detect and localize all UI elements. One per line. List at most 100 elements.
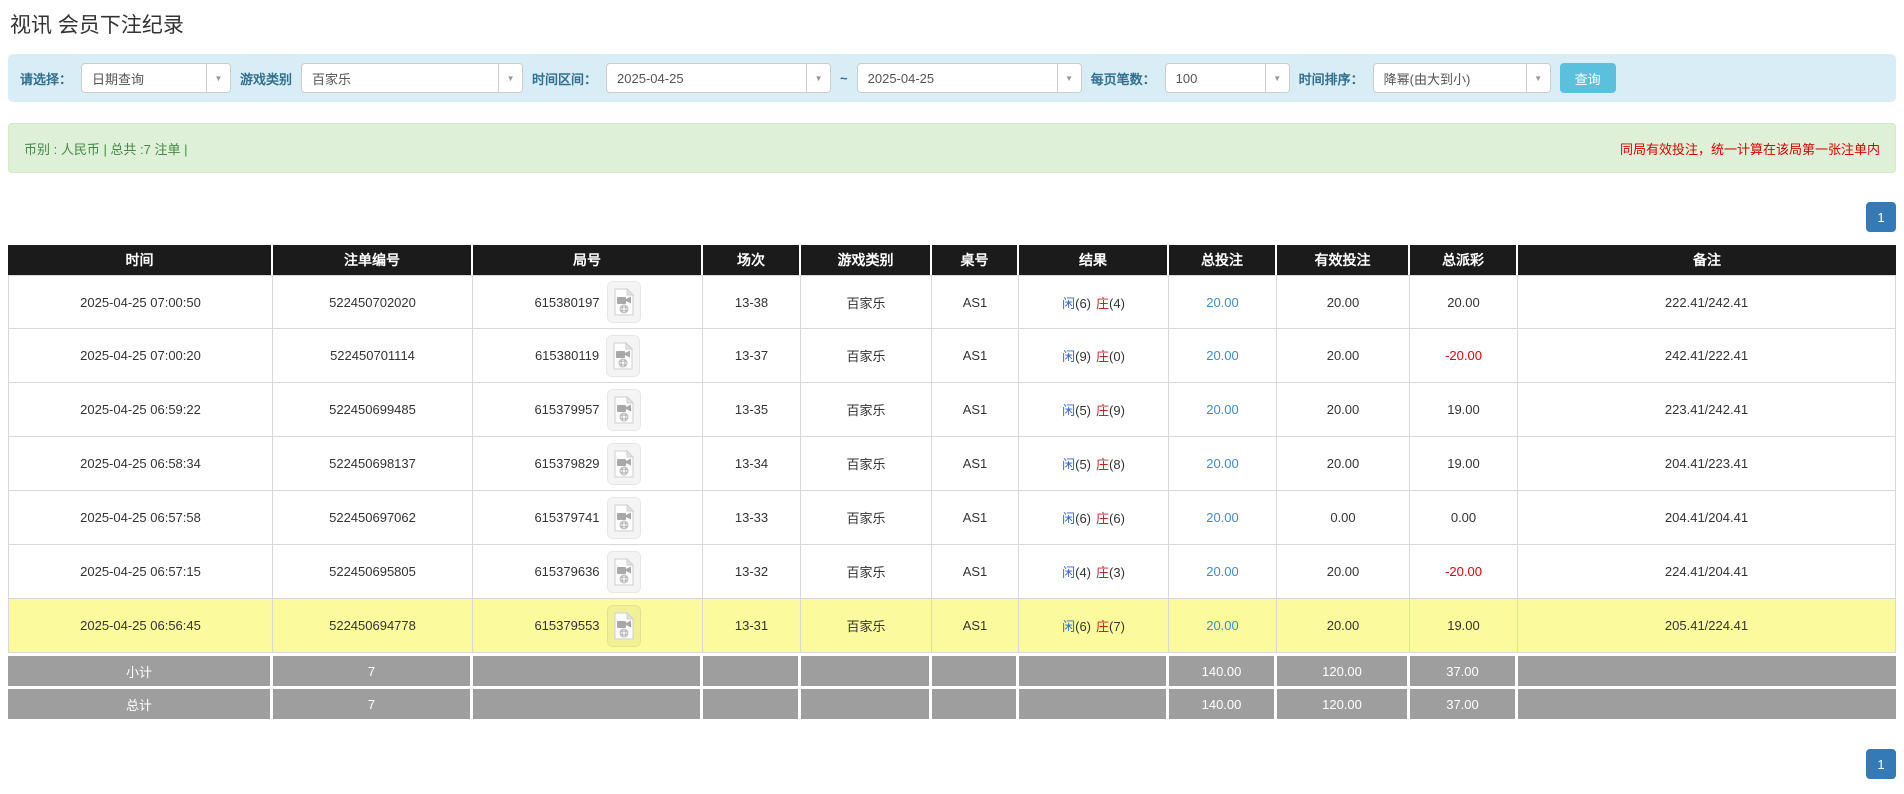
total-bet-link[interactable]: 20.00 [1206,402,1239,417]
cell-total-bet: 20.00 [1169,437,1277,491]
summary-payout: 37.00 [1410,653,1518,686]
cell-round-id: 615379957 [473,383,703,437]
cell-note: 222.41/242.41 [1518,275,1896,329]
game-type-select[interactable]: 百家乐 ▼ [301,63,524,93]
date-to-value: 2025-04-25 [867,70,935,86]
page-size-value: 100 [1175,70,1198,86]
cell-session: 13-34 [703,437,801,491]
cell-valid-bet: 20.00 [1277,599,1410,653]
chevron-down-icon[interactable]: ▼ [806,64,831,92]
table-summary-row: 小计 7 140.00 120.00 37.00 [8,653,1896,686]
query-type-select[interactable]: 日期查询 ▼ [81,63,232,93]
table-body: 2025-04-25 07:00:50 522450702020 6153801… [8,275,1896,719]
date-from-value: 2025-04-25 [617,70,684,86]
date-to-select[interactable]: 2025-04-25 ▼ [856,63,1082,93]
chevron-down-icon[interactable]: ▼ [206,64,231,92]
table-row: 2025-04-25 06:59:22 522450699485 6153799… [8,383,1896,437]
video-replay-button[interactable] [606,281,641,323]
cell-time: 2025-04-25 07:00:50 [8,275,273,329]
cell-total-bet: 20.00 [1169,329,1277,383]
column-header: 注单编号 [273,245,473,275]
cell-game-type: 百家乐 [801,545,932,599]
summary-label: 小计 [8,653,273,686]
video-replay-button[interactable] [606,550,641,593]
summary-payout: 37.00 [1410,686,1518,719]
cell-session: 13-37 [703,329,801,383]
cell-round-id: 615380119 [473,329,703,383]
total-bet-link[interactable]: 20.00 [1206,348,1239,363]
column-header: 总派彩 [1410,245,1518,275]
summary-currency-count: 币别 : 人民币 | 总共 :7 注单 | [24,141,188,157]
time-range-label: 时间区间： [532,71,598,87]
cell-table-number: AS1 [932,545,1019,599]
table-row: 2025-04-25 06:57:58 522450697062 6153797… [8,491,1896,545]
cell-payout: 0.00 [1410,491,1518,545]
cell-table-number: AS1 [932,275,1019,329]
cell-result: 闲(5) 庄(8) [1019,437,1169,491]
pagination-page-1[interactable]: 1 [1866,749,1896,779]
video-file-icon [614,288,634,316]
cell-result: 闲(6) 庄(7) [1019,599,1169,653]
game-type-value: 百家乐 [312,71,352,87]
column-header: 备注 [1518,245,1896,275]
sort-order-value: 降幂(由大到小) [1383,71,1471,87]
video-file-icon [614,395,634,423]
cell-payout: 19.00 [1410,437,1518,491]
cell-payout: 19.00 [1410,383,1518,437]
total-bet-link[interactable]: 20.00 [1206,564,1239,579]
video-file-icon [614,449,634,477]
column-header: 桌号 [932,245,1019,275]
pagination-bottom: 1 [8,749,1896,779]
summary-count: 7 [273,653,473,686]
summary-total-bet: 140.00 [1169,686,1277,719]
cell-game-type: 百家乐 [801,383,932,437]
video-file-icon [614,557,634,585]
cell-total-bet: 20.00 [1169,545,1277,599]
summary-bar: 币别 : 人民币 | 总共 :7 注单 | 同局有效投注，统一计算在该局第一张注… [8,123,1896,173]
cell-result: 闲(9) 庄(0) [1019,329,1169,383]
cell-session: 13-38 [703,275,801,329]
column-header: 场次 [703,245,801,275]
chevron-down-icon[interactable]: ▼ [1525,64,1550,92]
chevron-down-icon[interactable]: ▼ [1264,64,1289,92]
chevron-down-icon[interactable]: ▼ [498,64,523,92]
table-row: 2025-04-25 07:00:20 522450701114 6153801… [8,329,1896,383]
pagination-page-1[interactable]: 1 [1866,202,1896,232]
cell-payout: 19.00 [1410,599,1518,653]
video-replay-button[interactable] [606,604,641,647]
chevron-down-icon[interactable]: ▼ [1056,64,1081,92]
sort-order-select[interactable]: 降幂(由大到小) ▼ [1372,63,1551,93]
cell-bet-id: 522450697062 [273,491,473,545]
total-bet-link[interactable]: 20.00 [1206,618,1239,633]
video-replay-button[interactable] [606,334,641,377]
cell-session: 13-33 [703,491,801,545]
pagination-top: 1 [8,202,1896,232]
game-type-label: 游戏类别 [240,71,293,87]
date-from-select[interactable]: 2025-04-25 ▼ [606,63,832,93]
video-replay-button[interactable] [606,388,641,431]
video-file-icon [613,341,634,369]
total-bet-link[interactable]: 20.00 [1206,510,1239,525]
video-replay-button[interactable] [606,496,641,539]
cell-valid-bet: 20.00 [1277,275,1410,329]
cell-payout: -20.00 [1410,329,1518,383]
cell-note: 224.41/204.41 [1518,545,1896,599]
cell-table-number: AS1 [932,329,1019,383]
cell-note: 242.41/222.41 [1518,329,1896,383]
page-size-select[interactable]: 100 ▼ [1164,63,1290,93]
summary-total-bet: 140.00 [1169,653,1277,686]
video-file-icon [614,503,634,531]
cell-valid-bet: 0.00 [1277,491,1410,545]
cell-time: 2025-04-25 07:00:20 [8,329,273,383]
cell-bet-id: 522450694778 [273,599,473,653]
video-replay-button[interactable] [606,442,641,485]
column-header: 结果 [1019,245,1169,275]
search-button[interactable]: 查询 [1559,63,1616,93]
total-bet-link[interactable]: 20.00 [1206,295,1239,310]
column-header: 有效投注 [1277,245,1410,275]
column-header: 总投注 [1169,245,1277,275]
total-bet-link[interactable]: 20.00 [1206,456,1239,471]
cell-valid-bet: 20.00 [1277,383,1410,437]
video-file-icon [614,611,634,639]
cell-result: 闲(5) 庄(9) [1019,383,1169,437]
